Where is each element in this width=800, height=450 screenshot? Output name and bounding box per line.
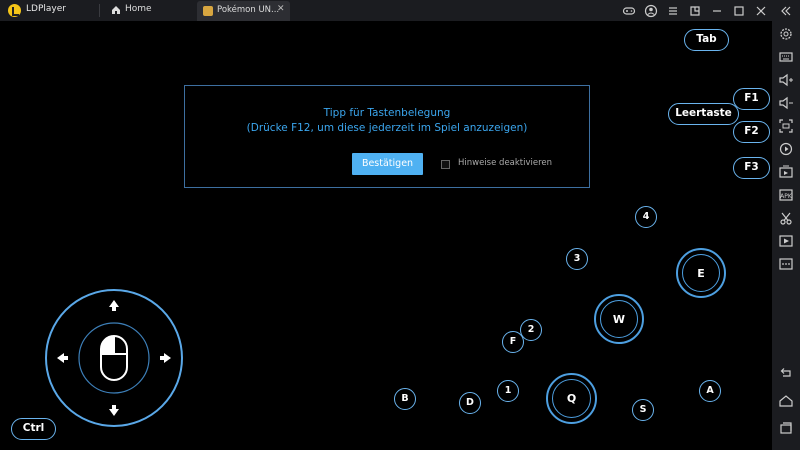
screenshot-icon[interactable] — [778, 141, 794, 157]
title-bar: LDPlayer Home Pokémon UN... ✕ — [0, 0, 800, 21]
close-icon[interactable] — [754, 3, 768, 17]
recent-icon[interactable] — [778, 420, 794, 436]
key-space[interactable]: Leertaste — [668, 103, 739, 125]
record-icon[interactable] — [778, 164, 794, 180]
settings-icon[interactable] — [778, 26, 794, 42]
app-title: LDPlayer — [26, 4, 66, 14]
ldplayer-logo-icon — [8, 4, 21, 17]
volume-up-icon[interactable] — [778, 72, 794, 88]
user-icon[interactable] — [644, 3, 658, 18]
keyboard-icon[interactable] — [778, 49, 794, 65]
sync-icon[interactable] — [688, 3, 702, 17]
skill-key-e[interactable]: E — [676, 248, 726, 298]
key-4[interactable]: 4 — [635, 206, 657, 228]
right-sidebar: APK — [772, 21, 800, 450]
home-icon — [112, 6, 120, 14]
svg-text:APK: APK — [780, 193, 793, 200]
key-d[interactable]: D — [459, 392, 481, 414]
title-separator — [99, 4, 100, 17]
tab-game-label: Pokémon UN... — [217, 5, 280, 15]
skill-key-w[interactable]: W — [594, 294, 644, 344]
keymapping-tip-dialog: Tipp für Tastenbelegung (Drücke F12, um … — [184, 85, 590, 188]
minimize-icon[interactable] — [710, 3, 724, 17]
video-icon[interactable] — [778, 233, 794, 249]
skill-key-q[interactable]: Q — [546, 373, 597, 424]
screen-icon[interactable] — [778, 118, 794, 134]
key-b[interactable]: B — [394, 388, 416, 410]
volume-down-icon[interactable] — [778, 95, 794, 111]
key-f[interactable]: F — [502, 331, 524, 353]
skill-key-q-label: Q — [566, 392, 577, 405]
tab-home-label: Home — [125, 4, 152, 14]
dialog-title: Tipp für Tastenbelegung — [323, 107, 451, 119]
double-chevron-icon[interactable] — [779, 3, 793, 17]
movement-joystick[interactable] — [44, 288, 184, 428]
key-f3[interactable]: F3 — [733, 157, 770, 179]
maximize-icon[interactable] — [732, 3, 746, 17]
key-1[interactable]: 1 — [497, 380, 519, 402]
key-s[interactable]: S — [632, 399, 654, 421]
apk-icon[interactable]: APK — [778, 187, 794, 203]
key-a[interactable]: A — [699, 380, 721, 402]
skill-key-e-label: E — [697, 267, 705, 280]
key-3[interactable]: 3 — [566, 248, 588, 270]
tab-home[interactable]: Home — [108, 0, 198, 21]
confirm-button[interactable]: Bestätigen — [352, 153, 423, 175]
key-f2[interactable]: F2 — [733, 121, 770, 143]
disable-hints-label: Hinweise deaktivieren — [458, 158, 553, 168]
scissors-icon[interactable] — [778, 210, 794, 226]
back-icon[interactable] — [778, 365, 794, 381]
menu-icon[interactable] — [666, 3, 680, 17]
dialog-subtitle: (Drücke F12, um diese jederzeit im Spiel… — [246, 122, 528, 134]
skill-key-w-label: W — [612, 313, 626, 326]
gamepad-icon[interactable] — [622, 3, 636, 17]
android-home-icon[interactable] — [778, 393, 794, 409]
more-icon[interactable] — [778, 256, 794, 272]
tab-close-icon[interactable]: ✕ — [277, 4, 285, 14]
key-f1[interactable]: F1 — [733, 88, 770, 110]
tab-pokemon-unite[interactable]: Pokémon UN... ✕ — [197, 1, 290, 21]
game-icon — [203, 6, 213, 16]
key-tab[interactable]: Tab — [684, 29, 729, 51]
disable-hints-checkbox[interactable] — [441, 160, 450, 169]
